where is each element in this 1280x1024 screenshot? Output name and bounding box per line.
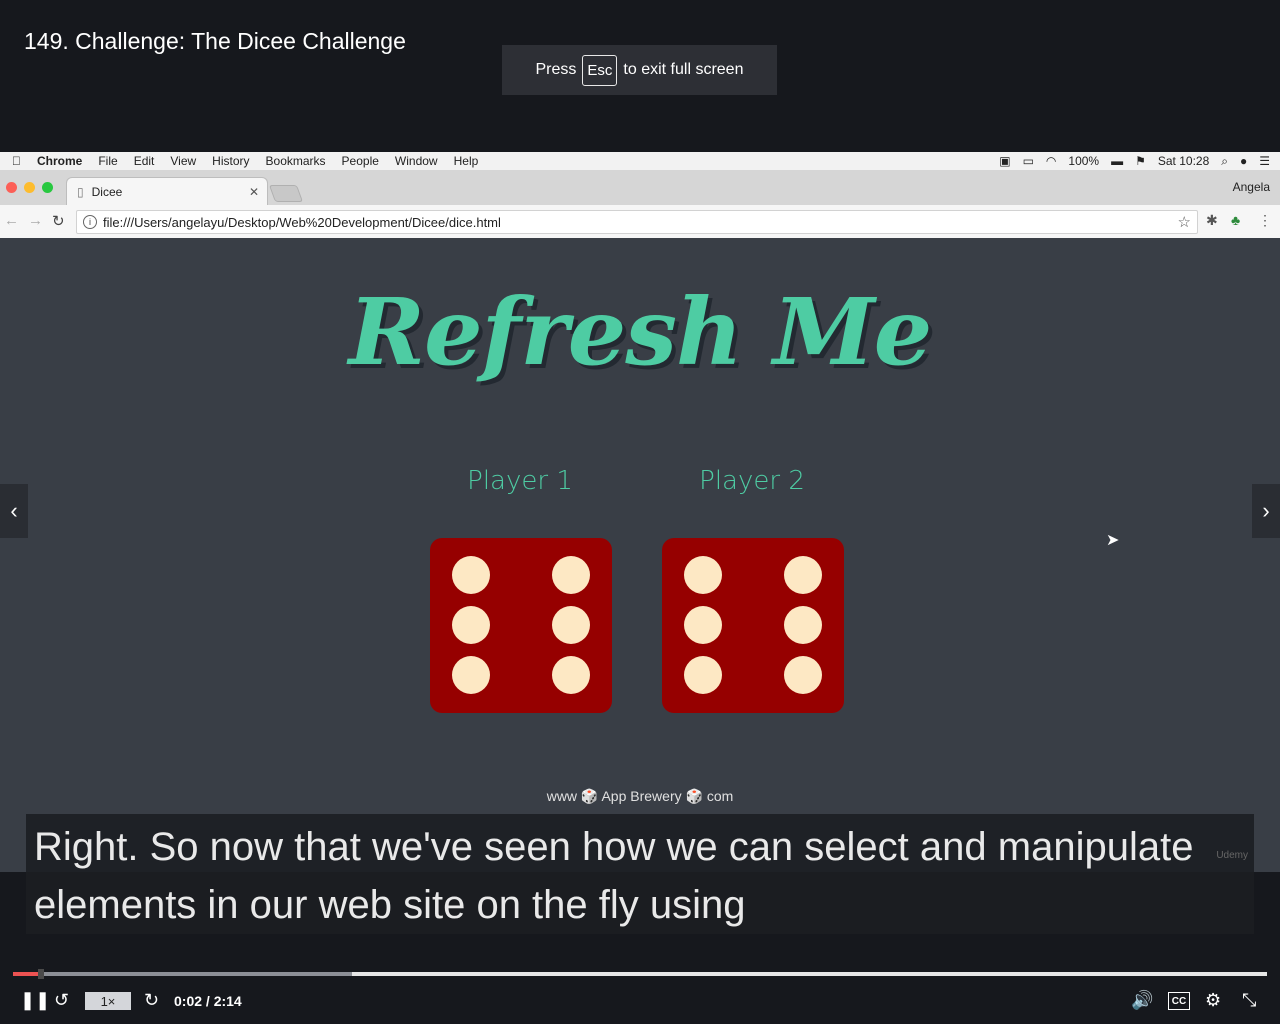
info-icon[interactable]: i xyxy=(83,215,97,229)
url-text[interactable]: file:///Users/angelayu/Desktop/Web%20Dev… xyxy=(103,215,501,230)
close-window-icon[interactable] xyxy=(6,182,17,193)
chrome-menu-icon[interactable]: ⋮ xyxy=(1258,212,1272,229)
playback-speed-button[interactable]: 1× xyxy=(85,992,131,1010)
caption-text: Right. So now that we've seen how we can… xyxy=(34,825,1194,927)
player-1-die xyxy=(430,538,612,713)
caption-box: Right. So now that we've seen how we can… xyxy=(26,814,1254,934)
apple-icon[interactable]:  xyxy=(12,154,21,168)
rewind-icon[interactable]: ↺ xyxy=(54,990,69,1011)
new-tab-button[interactable] xyxy=(268,185,304,202)
die-pip xyxy=(552,556,590,594)
exit-fullscreen-icon[interactable]: ⤡ xyxy=(1242,990,1256,1011)
browser-toolbar: ← → ↻ i file:///Users/angelayu/Desktop/W… xyxy=(0,205,1280,239)
back-icon[interactable]: ← xyxy=(4,212,19,229)
previous-lecture-button[interactable]: ‹ xyxy=(0,484,28,538)
progress-handle[interactable] xyxy=(38,969,45,979)
menu-view[interactable]: View xyxy=(170,154,196,168)
die-pip xyxy=(684,606,722,644)
progress-played xyxy=(13,972,39,976)
die-pip xyxy=(452,556,490,594)
pause-icon[interactable]: ❚❚ xyxy=(20,990,50,1011)
browser-tabstrip: ▯ Dicee ✕ Angela xyxy=(0,170,1280,206)
volume-icon[interactable]: 🔊 xyxy=(1131,990,1153,1011)
mouse-cursor-icon: ➤ xyxy=(1106,532,1120,549)
menu-help[interactable]: Help xyxy=(454,154,479,168)
close-tab-icon[interactable]: ✕ xyxy=(249,185,259,199)
next-lecture-button[interactable]: › xyxy=(1252,484,1280,538)
screen-record-icon[interactable]: ▣ xyxy=(999,154,1010,168)
clock[interactable]: Sat 10:28 xyxy=(1158,154,1209,168)
esc-key: Esc xyxy=(582,54,618,86)
udemy-watermark: Udemy xyxy=(1216,850,1248,861)
siri-icon[interactable]: ● xyxy=(1240,154,1247,168)
captions-icon[interactable]: CC xyxy=(1168,992,1190,1010)
die-pip xyxy=(684,656,722,694)
die-pip xyxy=(784,656,822,694)
page-title: Refresh Me xyxy=(348,278,933,386)
web-page: Refresh Me Player 1 Player 2 www 🎲 App B… xyxy=(0,238,1280,872)
menu-window[interactable]: Window xyxy=(395,154,438,168)
time-display: 0:02 / 2:14 xyxy=(174,993,242,1009)
die-pip xyxy=(452,606,490,644)
bookmark-star-icon[interactable]: ☆ xyxy=(1178,213,1191,231)
menu-history[interactable]: History xyxy=(212,154,249,168)
extension-tree-icon[interactable]: ♣ xyxy=(1231,212,1240,228)
lecture-title: 149. Challenge: The Dicee Challenge xyxy=(24,28,406,54)
menu-status-area: ▣ ▭ ◠ 100% ▬ ⚑ Sat 10:28 ⌕ ● ☰ xyxy=(999,152,1270,170)
player-2-label: Player 2 xyxy=(699,466,805,496)
reload-icon[interactable]: ↻ xyxy=(52,212,65,230)
address-bar[interactable]: i file:///Users/angelayu/Desktop/Web%20D… xyxy=(76,210,1198,234)
die-pip xyxy=(452,656,490,694)
notification-center-icon[interactable]: ☰ xyxy=(1259,154,1270,168)
player-1-label: Player 1 xyxy=(467,466,573,496)
battery-percent: 100% xyxy=(1068,154,1100,168)
mac-menubar:  Chrome File Edit View History Bookmark… xyxy=(0,152,1280,170)
chevron-left-icon: ‹ xyxy=(10,498,18,523)
progress-bar[interactable] xyxy=(13,969,1267,979)
battery-icon[interactable]: ▬ xyxy=(1111,154,1123,168)
menu-app[interactable]: Chrome xyxy=(37,154,82,168)
die-pip xyxy=(552,606,590,644)
player-2-die xyxy=(662,538,844,713)
airplay-icon[interactable]: ▭ xyxy=(1023,154,1034,168)
document-icon: ▯ xyxy=(77,185,84,199)
menu-bookmarks[interactable]: Bookmarks xyxy=(266,154,326,168)
minimize-window-icon[interactable] xyxy=(24,182,35,193)
toast-rest: to exit full screen xyxy=(623,61,744,78)
browser-tab[interactable]: ▯ Dicee ✕ xyxy=(66,177,268,206)
video-frame[interactable]:  Chrome File Edit View History Bookmark… xyxy=(0,152,1280,872)
fullscreen-toast: Press Esc to exit full screen xyxy=(502,45,777,95)
menu-file[interactable]: File xyxy=(98,154,117,168)
maximize-window-icon[interactable] xyxy=(42,182,53,193)
spotlight-icon[interactable]: ⌕ xyxy=(1221,154,1228,169)
progress-buffered xyxy=(13,972,352,976)
menu-people[interactable]: People xyxy=(342,154,379,168)
extension-bug-icon[interactable]: ✱ xyxy=(1206,212,1218,229)
menu-edit[interactable]: Edit xyxy=(134,154,155,168)
toast-press: Press xyxy=(535,61,577,78)
profile-name[interactable]: Angela xyxy=(1233,180,1270,194)
forward-icon[interactable]: → xyxy=(28,212,43,229)
settings-icon[interactable]: ⚙ xyxy=(1205,990,1221,1011)
chevron-right-icon: › xyxy=(1262,498,1270,523)
flag-icon[interactable]: ⚑ xyxy=(1135,154,1146,168)
forward-icon[interactable]: ↻ xyxy=(144,990,159,1011)
player-controls: ❚❚ ↺ 1× ↻ 0:02 / 2:14 🔊 CC ⚙ ⤡ xyxy=(0,984,1280,1020)
die-pip xyxy=(684,556,722,594)
wifi-icon[interactable]: ◠ xyxy=(1046,154,1056,168)
die-pip xyxy=(552,656,590,694)
die-pip xyxy=(784,556,822,594)
app-brewery-footer: www 🎲 App Brewery 🎲 com xyxy=(546,788,734,804)
tab-title: Dicee xyxy=(91,185,123,199)
die-pip xyxy=(784,606,822,644)
